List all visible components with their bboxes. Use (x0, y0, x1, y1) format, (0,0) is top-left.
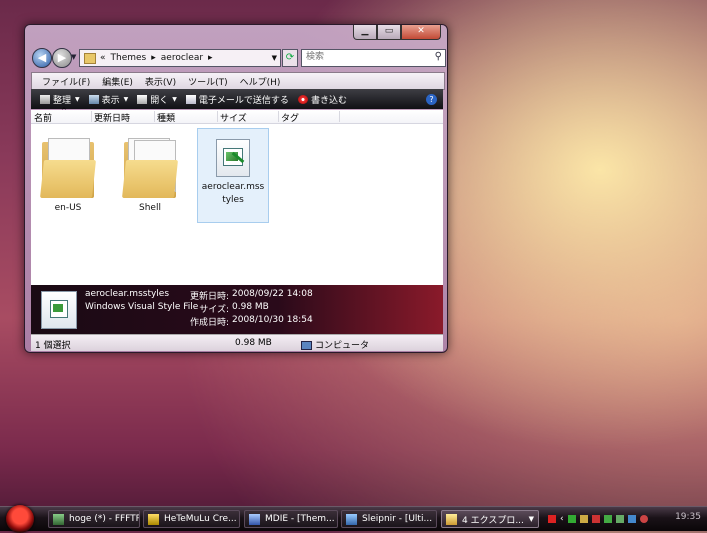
menu-bar: ファイル(F) 編集(E) 表示(V) ツール(T) ヘルプ(H) (31, 72, 445, 90)
folder-icon (84, 52, 96, 64)
open-icon (137, 94, 148, 104)
status-selection: 1 個選択 (35, 341, 71, 351)
details-created-value: 2008/10/30 18:54 (232, 315, 313, 325)
address-bar[interactable]: « Themes ▸ aeroclear ▸ ▼ (79, 49, 281, 67)
security-icon[interactable] (615, 515, 624, 523)
organize-button[interactable]: 整理 ▼ (40, 93, 80, 106)
item-label: en-US (54, 203, 82, 213)
address-dropdown-icon[interactable]: ▼ (272, 54, 277, 62)
navigation-bar: ◀ ▶ ▼ « Themes ▸ aeroclear ▸ ▼ ⟳ ⚲ (31, 47, 446, 69)
column-size[interactable]: サイズ (220, 111, 247, 124)
tray-expand-icon[interactable]: ‹ (560, 514, 564, 524)
pen-icon[interactable] (591, 515, 600, 523)
views-button[interactable]: 表示 ▼ (88, 93, 129, 106)
breadcrumb-separator[interactable]: ▸ (151, 53, 156, 63)
taskbar-button-sleipnir[interactable]: Sleipnir - [Ulti... (341, 510, 437, 528)
menu-edit[interactable]: 編集(E) (102, 75, 133, 88)
list-item[interactable]: Shell (115, 128, 185, 215)
mdie-app-icon (249, 513, 260, 525)
views-icon (88, 94, 99, 104)
burn-button[interactable]: 書き込む (297, 93, 347, 106)
maximize-button[interactable]: ▭ (377, 25, 401, 40)
taskbar-button-mdie[interactable]: MDIE - [Them... (244, 510, 338, 528)
open-button[interactable]: 開く ▼ (137, 93, 177, 106)
item-label: aeroclear.msstyles (201, 182, 265, 205)
volume-mute-icon[interactable] (639, 515, 648, 523)
sleipnir-app-icon (346, 513, 357, 525)
column-name[interactable]: 名前 (34, 111, 52, 124)
item-label: Shell (139, 203, 161, 213)
start-button[interactable] (6, 505, 34, 533)
msstyles-file-icon (216, 139, 250, 177)
column-tag[interactable]: タグ (281, 111, 299, 124)
hetemulu-app-icon (148, 513, 159, 525)
folder-icon (122, 136, 178, 198)
menu-view[interactable]: 表示(V) (145, 75, 176, 88)
status-size: 0.98 MB (235, 338, 272, 348)
computer-icon (301, 341, 312, 350)
details-modified-label: 更新日時: (189, 292, 229, 302)
details-created-label: 作成日時: (189, 318, 229, 328)
breadcrumb-aeroclear[interactable]: aeroclear (161, 53, 203, 63)
list-item-selected[interactable]: aeroclear.msstyles (197, 128, 269, 223)
status-bar: 1 個選択 0.98 MB コンピュータ (31, 334, 443, 351)
close-button[interactable]: ✕ (401, 25, 441, 40)
chevron-down-icon: ▼ (172, 95, 177, 103)
chevron-down-icon: ▼ (123, 95, 129, 103)
taskbar-button-explorer-group[interactable]: 4 エクスプロ... ▼ (441, 510, 539, 528)
clock[interactable]: 19:35 (675, 512, 701, 522)
folder-icon (446, 513, 457, 525)
network-icon[interactable] (567, 515, 576, 523)
menu-tools[interactable]: ツール(T) (188, 75, 228, 88)
back-button[interactable]: ◀ (32, 48, 52, 68)
column-type[interactable]: 種類 (157, 111, 175, 124)
details-modified-value: 2008/09/22 14:08 (232, 289, 313, 299)
breadcrumb-themes[interactable]: Themes (111, 53, 147, 63)
display-icon[interactable] (579, 515, 588, 523)
recent-pages-dropdown[interactable]: ▼ (71, 53, 76, 61)
details-filename: aeroclear.msstyles (85, 289, 170, 299)
caption-buttons: ▁ ▭ ✕ (353, 25, 441, 40)
taskbar-button-ffftp[interactable]: hoge (*) - FFFTP (48, 510, 140, 528)
help-icon[interactable]: ? (426, 93, 437, 105)
column-headers: 名前 ^ 更新日時 種類 サイズ タグ (31, 107, 443, 124)
update-icon[interactable] (603, 515, 612, 523)
details-size-value: 0.98 MB (232, 302, 269, 312)
taskbar: hoge (*) - FFFTP HeTeMuLu Cre... MDIE - … (0, 505, 707, 533)
file-list-pane: 名前 ^ 更新日時 種類 サイズ タグ en-US Shell aeroclea… (31, 107, 443, 285)
list-item[interactable]: en-US (33, 128, 103, 215)
search-box[interactable]: ⚲ (301, 49, 446, 67)
chevron-down-icon: ▼ (75, 95, 80, 103)
minimize-button[interactable]: ▁ (353, 25, 377, 40)
details-pane: aeroclear.msstyles Windows Visual Style … (31, 285, 443, 334)
sort-ascending-icon: ^ (61, 107, 67, 115)
ffftp-app-icon (53, 513, 64, 525)
command-bar: 整理 ▼ 表示 ▼ 開く ▼ 電子メールで送信する 書き込む ? (31, 89, 443, 109)
status-location: コンピュータ (301, 338, 369, 351)
folder-icon (40, 136, 96, 198)
search-icon[interactable]: ⚲ (435, 51, 442, 62)
email-icon (185, 94, 196, 104)
forward-button[interactable]: ▶ (52, 48, 72, 68)
taskbar-button-hetemulu[interactable]: HeTeMuLu Cre... (143, 510, 240, 528)
explorer-window: ▁ ▭ ✕ ◀ ▶ ▼ « Themes ▸ aeroclear ▸ ▼ ⟳ ⚲… (24, 24, 448, 353)
menu-file[interactable]: ファイル(F) (42, 75, 90, 88)
chevron-down-icon: ▼ (528, 515, 534, 523)
alert-icon[interactable] (548, 515, 556, 523)
burn-disc-icon (297, 94, 308, 104)
address-chevron[interactable]: « (100, 53, 106, 63)
details-size-label: サイズ: (199, 305, 229, 315)
organize-icon (40, 94, 50, 104)
breadcrumb-separator[interactable]: ▸ (208, 53, 213, 63)
menu-help[interactable]: ヘルプ(H) (240, 75, 281, 88)
monitor-icon[interactable] (627, 515, 636, 523)
email-button[interactable]: 電子メールで送信する (185, 93, 289, 106)
msstyles-file-icon (41, 291, 77, 329)
refresh-button[interactable]: ⟳ (282, 49, 298, 67)
column-date[interactable]: 更新日時 (94, 111, 130, 124)
search-input[interactable] (302, 50, 418, 64)
